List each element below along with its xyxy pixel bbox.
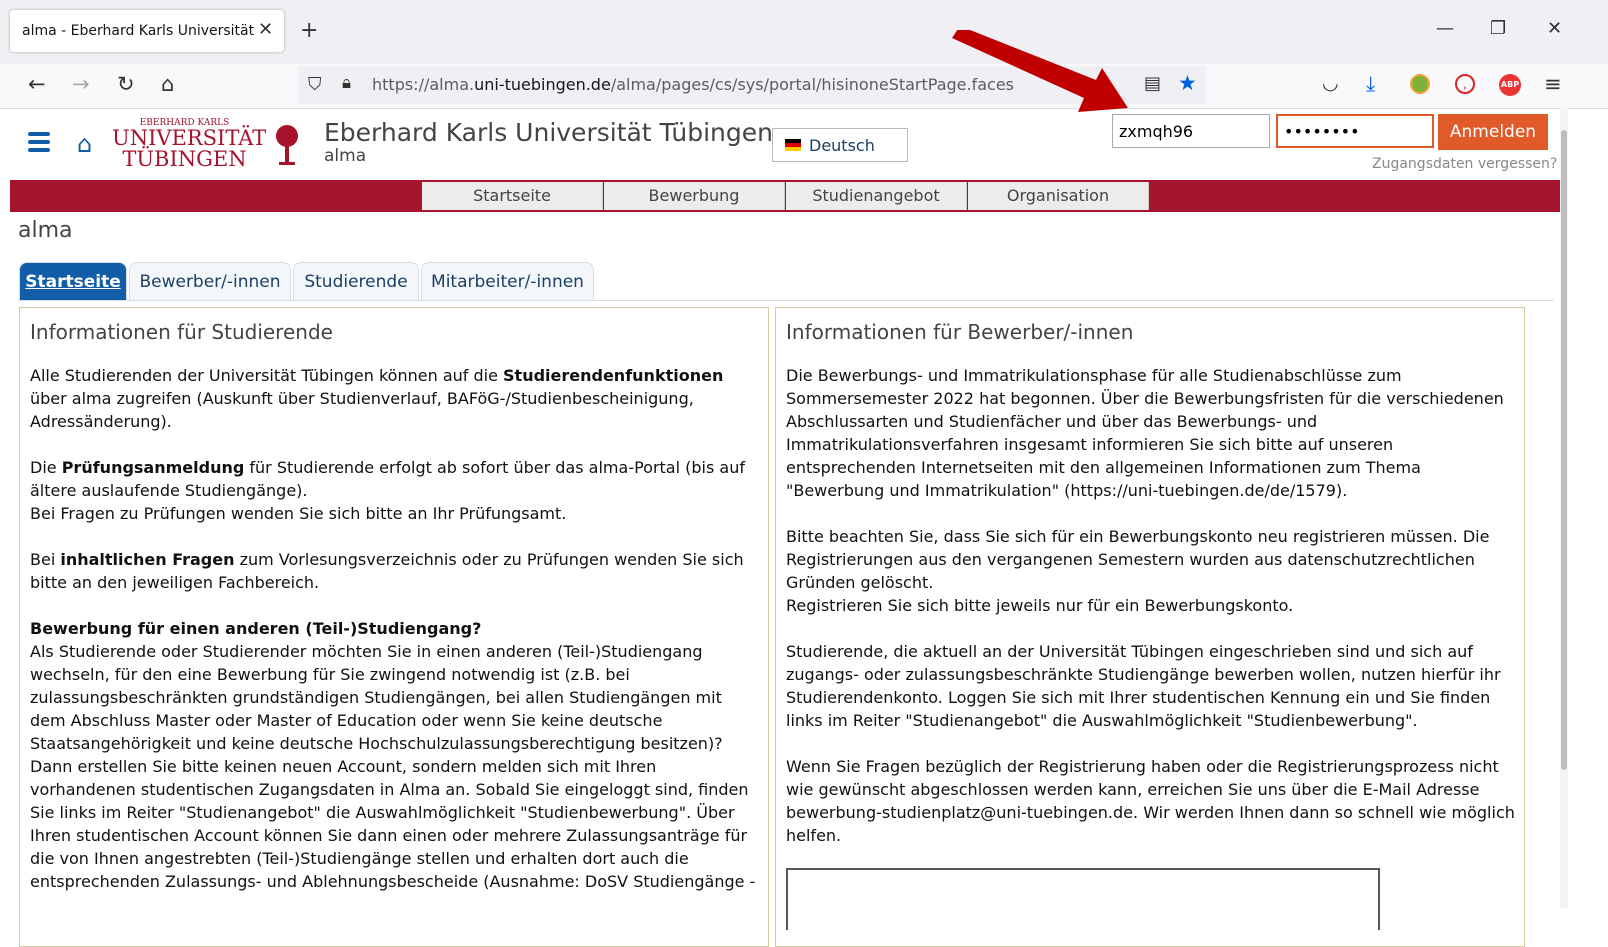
applicants-embedded-box: [786, 868, 1380, 930]
german-flag-icon: [785, 139, 801, 151]
lock-icon[interactable]: 🔒︎: [342, 73, 351, 93]
panel-students-text: Alle Studierenden der Universität Tübing…: [30, 364, 762, 916]
forgot-credentials-link[interactable]: Zugangsdaten vergessen?: [1372, 156, 1557, 172]
main-nav-bewerbung[interactable]: Bewerbung: [604, 182, 785, 210]
url-domain: uni-tuebingen.de: [474, 75, 611, 94]
students-paragraph-3: Bei inhaltlichen Fragen zum Vorlesungsve…: [30, 548, 762, 594]
brand-subtitle: alma: [324, 146, 367, 166]
brand-title: Eberhard Karls Universität Tübingen: [324, 118, 773, 147]
reader-view-icon[interactable]: ▤: [1144, 73, 1161, 94]
applicants-p2b-text: Registrieren Sie sich bitte jeweils nur …: [786, 596, 1294, 615]
tab-startseite[interactable]: Startseite: [19, 262, 127, 301]
portal-home-icon[interactable]: ⌂: [77, 130, 92, 158]
students-p2-text-a: Die: [30, 458, 62, 477]
tab-studierende[interactable]: Studierende: [293, 262, 419, 301]
panel-students-title: Informationen für Studierende: [30, 320, 333, 344]
extension-globe-icon[interactable]: [1410, 74, 1430, 94]
back-icon[interactable]: ←: [28, 72, 46, 96]
applicants-p2-text: Bitte beachten Sie, dass Sie sich für ei…: [786, 527, 1490, 592]
pocket-icon[interactable]: ◡: [1322, 72, 1339, 94]
students-p1-text-a: Alle Studierenden der Universität Tübing…: [30, 366, 504, 385]
password-input[interactable]: [1276, 114, 1434, 148]
logo-line2: TÜBINGEN: [122, 147, 247, 171]
applicants-paragraph-1: Die Bewerbungs- und Immatrikulationsphas…: [786, 366, 1504, 500]
applicants-paragraph-2: Bitte beachten Sie, dass Sie sich für ei…: [786, 525, 1518, 617]
window-close-icon[interactable]: ✕: [1547, 18, 1562, 39]
tab-mitarbeiter[interactable]: Mitarbeiter/-innen: [421, 262, 594, 301]
hamburger-menu-icon[interactable]: [28, 132, 50, 152]
applicants-paragraph-4: Wenn Sie Fragen bezüglich der Registrier…: [786, 757, 1515, 845]
panel-applicants-title: Informationen für Bewerber/-innen: [786, 320, 1134, 344]
logo-line1: UNIVERSITÄT: [112, 126, 267, 150]
panel-applicants-text: Die Bewerbungs- und Immatrikulationsphas…: [786, 364, 1518, 870]
forward-icon[interactable]: →: [72, 72, 90, 96]
page-title: alma: [18, 218, 73, 243]
panel-applicants: Informationen für Bewerber/-innen Die Be…: [775, 307, 1525, 947]
bookmark-star-icon[interactable]: ★: [1178, 71, 1197, 95]
download-icon[interactable]: ⤓: [1366, 72, 1375, 97]
students-paragraph-4: Bewerbung für einen anderen (Teil-)Studi…: [30, 617, 762, 893]
new-tab-icon[interactable]: +: [300, 18, 318, 43]
adblock-icon[interactable]: ABP: [1499, 74, 1521, 96]
students-p4-title: Bewerbung für einen anderen (Teil-)Studi…: [30, 619, 482, 638]
university-logo[interactable]: EBERHARD KARLS UNIVERSITÄT TÜBINGEN: [112, 118, 267, 171]
students-p2-text-d: Bei Fragen zu Prüfungen wenden Sie sich …: [30, 504, 567, 523]
main-nav-startseite[interactable]: Startseite: [422, 182, 603, 210]
close-icon[interactable]: ✕: [258, 19, 273, 40]
main-nav-studienangebot[interactable]: Studienangebot: [786, 182, 967, 210]
extension-comma-icon[interactable]: ,: [1455, 74, 1475, 94]
browser-tab[interactable]: alma - Eberhard Karls Universität Tübing…: [10, 10, 284, 52]
panel-students: Informationen für Studierende Alle Studi…: [19, 307, 769, 947]
main-nav-organisation[interactable]: Organisation: [968, 182, 1149, 210]
reload-icon[interactable]: ↻: [117, 72, 135, 96]
url-text: https://alma.uni-tuebingen.de/alma/pages…: [372, 75, 1014, 94]
tab-divider: [18, 300, 1554, 301]
students-p1-text-c: über alma zugreifen (Auskunft über Studi…: [30, 389, 694, 431]
language-selector[interactable]: Deutsch: [772, 128, 908, 162]
applicants-paragraph-3: Studierende, die aktuell an der Universi…: [786, 642, 1501, 730]
students-p1-bold: Studierendenfunktionen: [503, 366, 724, 385]
students-p3-bold: inhaltlichen Fragen: [60, 550, 235, 569]
username-input[interactable]: [1112, 114, 1270, 148]
scrollbar-thumb[interactable]: [1561, 130, 1567, 770]
annotation-arrow: [952, 30, 1128, 112]
students-p4-text: Als Studierende oder Studierender möchte…: [30, 642, 756, 891]
tab-title: alma - Eberhard Karls Universität Tübing…: [22, 23, 254, 39]
home-icon[interactable]: ⌂: [161, 72, 174, 96]
shield-icon[interactable]: ⛉: [308, 74, 322, 95]
menu-icon[interactable]: ≡: [1544, 72, 1562, 96]
palm-tree-icon: [276, 125, 298, 165]
language-label: Deutsch: [809, 136, 875, 155]
students-p3-text-a: Bei: [30, 550, 61, 569]
students-p2-bold: Prüfungsanmeldung: [61, 458, 245, 477]
tab-bewerber[interactable]: Bewerber/-innen: [129, 262, 291, 301]
students-paragraph-1: Alle Studierenden der Universität Tübing…: [30, 364, 762, 433]
students-paragraph-2: Die Prüfungsanmeldung für Studierende er…: [30, 456, 762, 525]
login-button[interactable]: Anmelden: [1438, 114, 1548, 150]
minimize-icon[interactable]: —: [1436, 18, 1454, 39]
restore-icon[interactable]: ❐: [1490, 18, 1506, 39]
url-host-prefix: https://alma.: [372, 75, 475, 94]
